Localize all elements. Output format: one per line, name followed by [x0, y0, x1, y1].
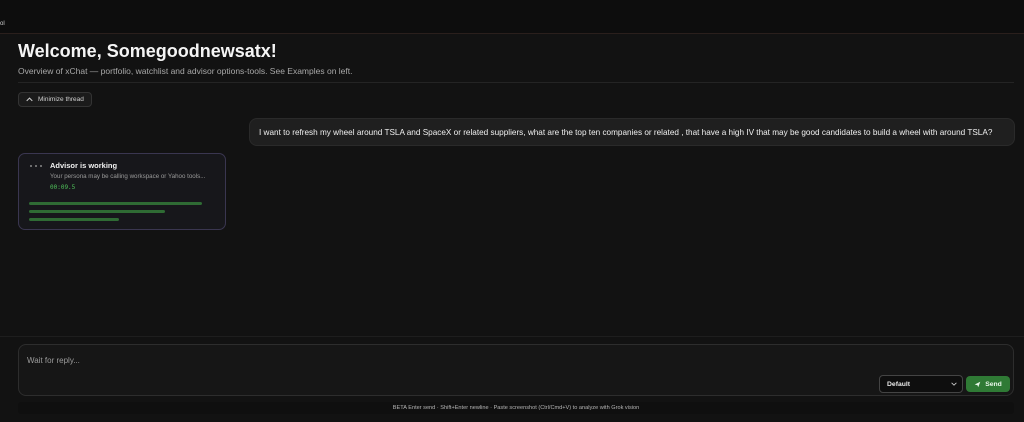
minimize-thread-button[interactable]: Minimize thread — [18, 92, 92, 107]
advisor-timer: 00:09.5 — [50, 184, 76, 191]
send-button[interactable]: Send — [966, 376, 1010, 392]
send-label: Send — [985, 380, 1002, 388]
header-divider — [18, 82, 1014, 83]
advisor-status-card: Advisor is working Your persona may be c… — [18, 153, 226, 230]
message-input[interactable] — [27, 353, 867, 367]
minimize-thread-label: Minimize thread — [38, 96, 84, 103]
typing-dots-icon — [30, 165, 42, 167]
chevron-down-icon — [951, 382, 957, 386]
progress-bar-2 — [29, 210, 165, 213]
progress-fill-3 — [29, 218, 119, 221]
page-header: Welcome, Somegoodnewsatx! Overview of xC… — [18, 40, 1014, 77]
progress-bar-1 — [29, 202, 202, 205]
chevron-up-icon — [26, 97, 33, 102]
message-composer: Default Send — [18, 344, 1014, 396]
composer-divider — [0, 336, 1024, 337]
progress-fill-2 — [29, 210, 165, 213]
user-message-bubble: I want to refresh my wheel around TSLA a… — [249, 118, 1015, 146]
progress-bar-3 — [29, 218, 119, 221]
top-bar: ol — [0, 0, 1024, 34]
keyboard-hint: BETA Enter send · Shift+Enter newline · … — [18, 402, 1014, 414]
model-select-value: Default — [887, 380, 911, 388]
model-select[interactable]: Default — [879, 375, 963, 393]
send-icon — [974, 381, 981, 387]
advisor-title: Advisor is working — [50, 161, 118, 170]
page-title: Welcome, Somegoodnewsatx! — [18, 41, 277, 61]
advisor-subtitle: Your persona may be calling workspace or… — [50, 173, 206, 180]
page-subtitle: Overview of xChat — portfolio, watchlist… — [18, 66, 353, 76]
progress-fill-1 — [29, 202, 202, 205]
topbar-mark: ol — [0, 21, 5, 27]
user-message-text: I want to refresh my wheel around TSLA a… — [259, 127, 993, 137]
